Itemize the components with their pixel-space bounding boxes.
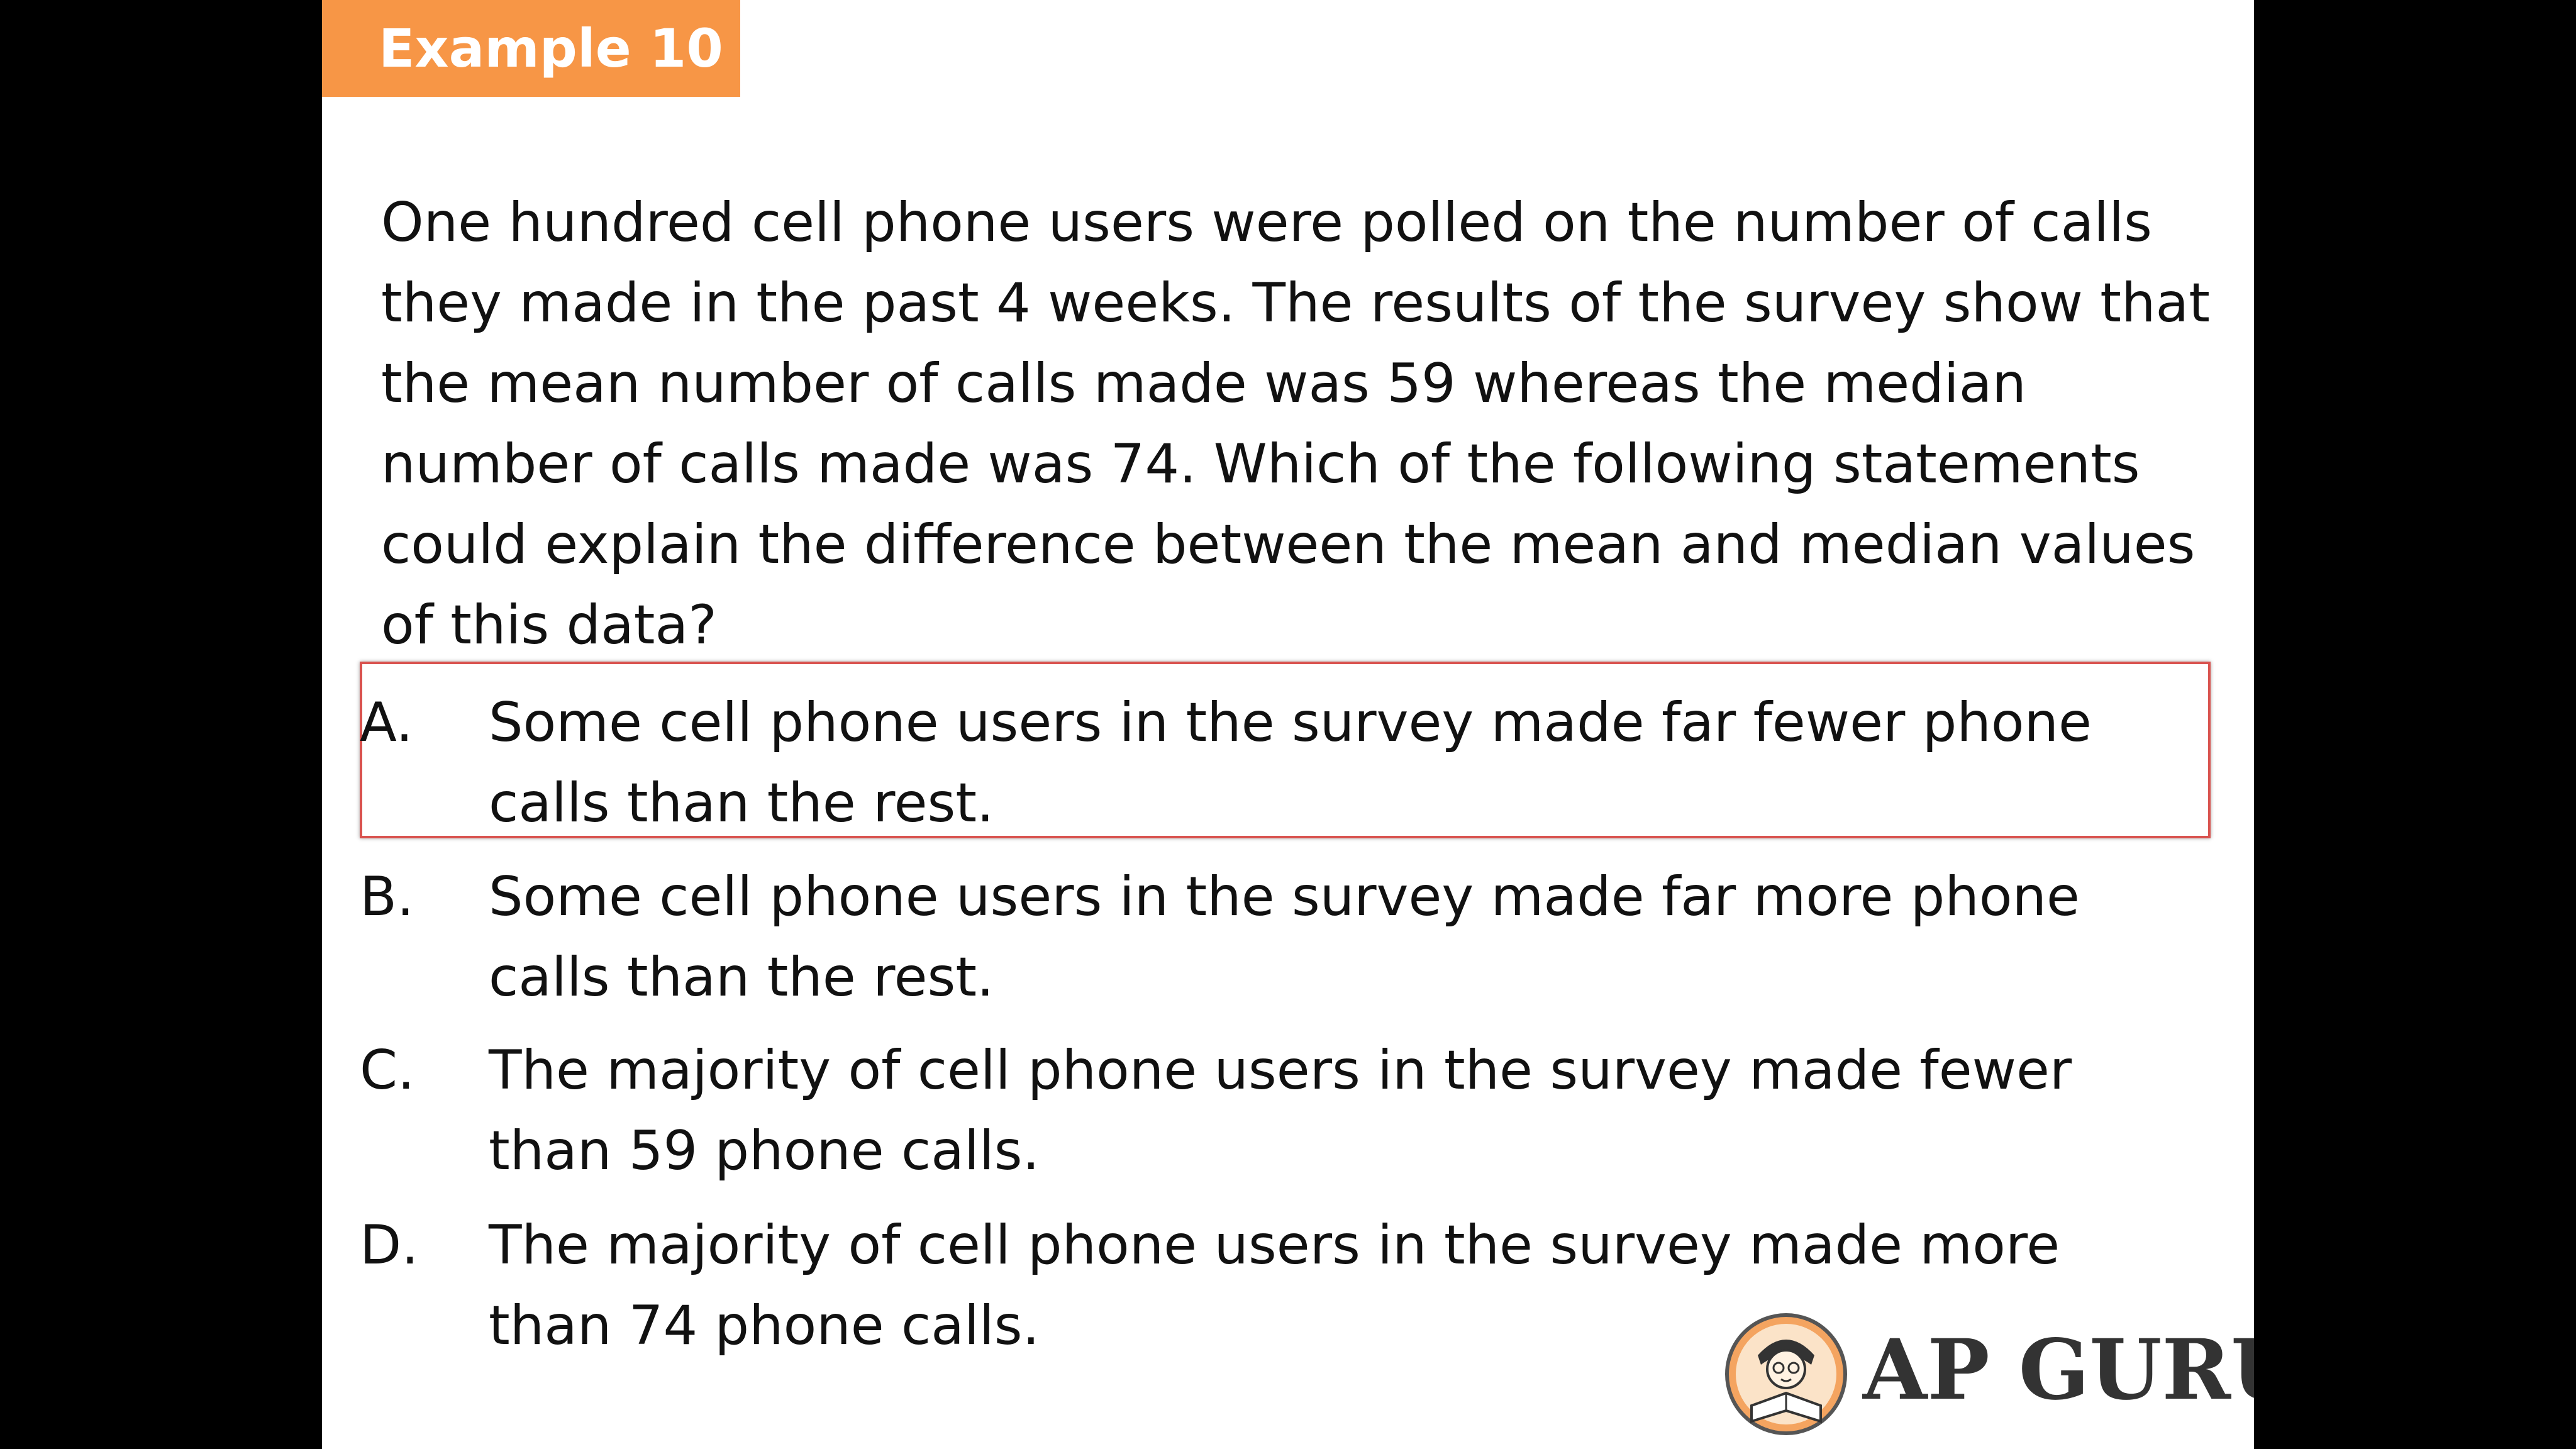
mascot-reading-icon — [1723, 1311, 1849, 1437]
option-text: Some cell phone users in the survey made… — [489, 691, 2092, 835]
ap-guru-logo: AP GURU — [1723, 1311, 2254, 1437]
option-text: The majority of cell phone users in the … — [489, 1039, 2072, 1182]
option-letter: D. — [360, 1214, 419, 1277]
option-text: Some cell phone users in the survey made… — [489, 865, 2080, 1009]
option-letter: C. — [360, 1039, 415, 1102]
option-letter: A. — [360, 691, 413, 754]
option-letter: B. — [360, 865, 414, 928]
logo-text: AP GURU — [1863, 1321, 2254, 1419]
question-text: One hundred cell phone users were polled… — [381, 191, 2210, 657]
slide: Example 10 One hundred cell phone users … — [322, 0, 2254, 1449]
example-tag: Example 10 — [322, 0, 740, 97]
video-frame: Example 10 One hundred cell phone users … — [0, 0, 2576, 1449]
